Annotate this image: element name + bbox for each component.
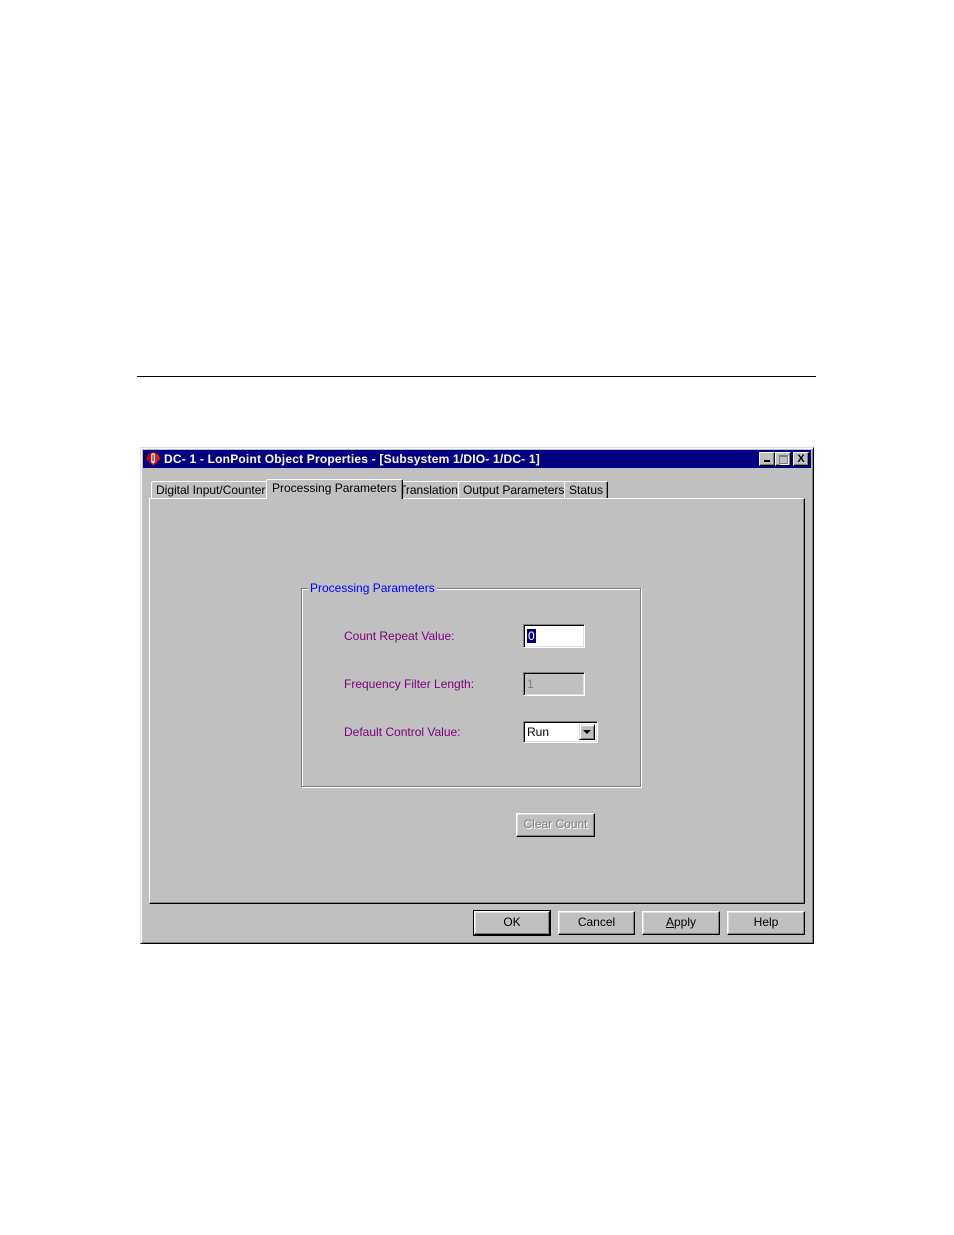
count-repeat-value: 0	[527, 629, 536, 643]
group-title: Processing Parameters	[308, 581, 437, 595]
minimize-button[interactable]	[759, 452, 775, 466]
close-icon: X	[797, 453, 805, 465]
page-horizontal-rule	[137, 376, 816, 377]
title-bar[interactable]: DC- 1 - LonPoint Object Properties - [Su…	[143, 450, 811, 468]
dialog-title: DC- 1 - LonPoint Object Properties - [Su…	[164, 452, 540, 466]
tab-status[interactable]: Status	[564, 481, 609, 498]
chevron-down-icon[interactable]	[579, 724, 595, 740]
default-control-select[interactable]: Run	[523, 721, 598, 743]
frequency-filter-label: Frequency Filter Length:	[344, 677, 475, 691]
tab-processing-parameters[interactable]: Processing Parameters	[266, 479, 403, 499]
tab-panel-processing-parameters: Processing Parameters Count Repeat Value…	[149, 498, 805, 904]
apply-button[interactable]: Apply	[642, 911, 720, 935]
default-control-value: Run	[527, 725, 550, 739]
tab-output-parameters[interactable]: Output Parameters	[458, 481, 570, 498]
tab-digital-input-counter[interactable]: Digital Input/Counter	[151, 481, 271, 498]
count-repeat-input[interactable]: 0	[523, 624, 585, 648]
frequency-filter-value: 1	[527, 677, 534, 691]
help-button[interactable]: Help	[727, 911, 805, 935]
lonpoint-app-icon	[145, 451, 161, 467]
tab-translation[interactable]: Translation	[394, 481, 463, 498]
ok-button[interactable]: OK	[473, 910, 551, 936]
processing-parameters-group: Processing Parameters Count Repeat Value…	[301, 581, 641, 787]
cancel-button[interactable]: Cancel	[558, 911, 635, 935]
properties-dialog: DC- 1 - LonPoint Object Properties - [Su…	[140, 447, 814, 944]
maximize-button	[775, 452, 791, 466]
default-control-label: Default Control Value:	[344, 725, 461, 739]
clear-count-button: Clear Count	[516, 813, 595, 837]
close-button[interactable]: X	[793, 452, 809, 466]
count-repeat-label: Count Repeat Value:	[344, 629, 455, 643]
frequency-filter-input: 1	[523, 672, 585, 696]
